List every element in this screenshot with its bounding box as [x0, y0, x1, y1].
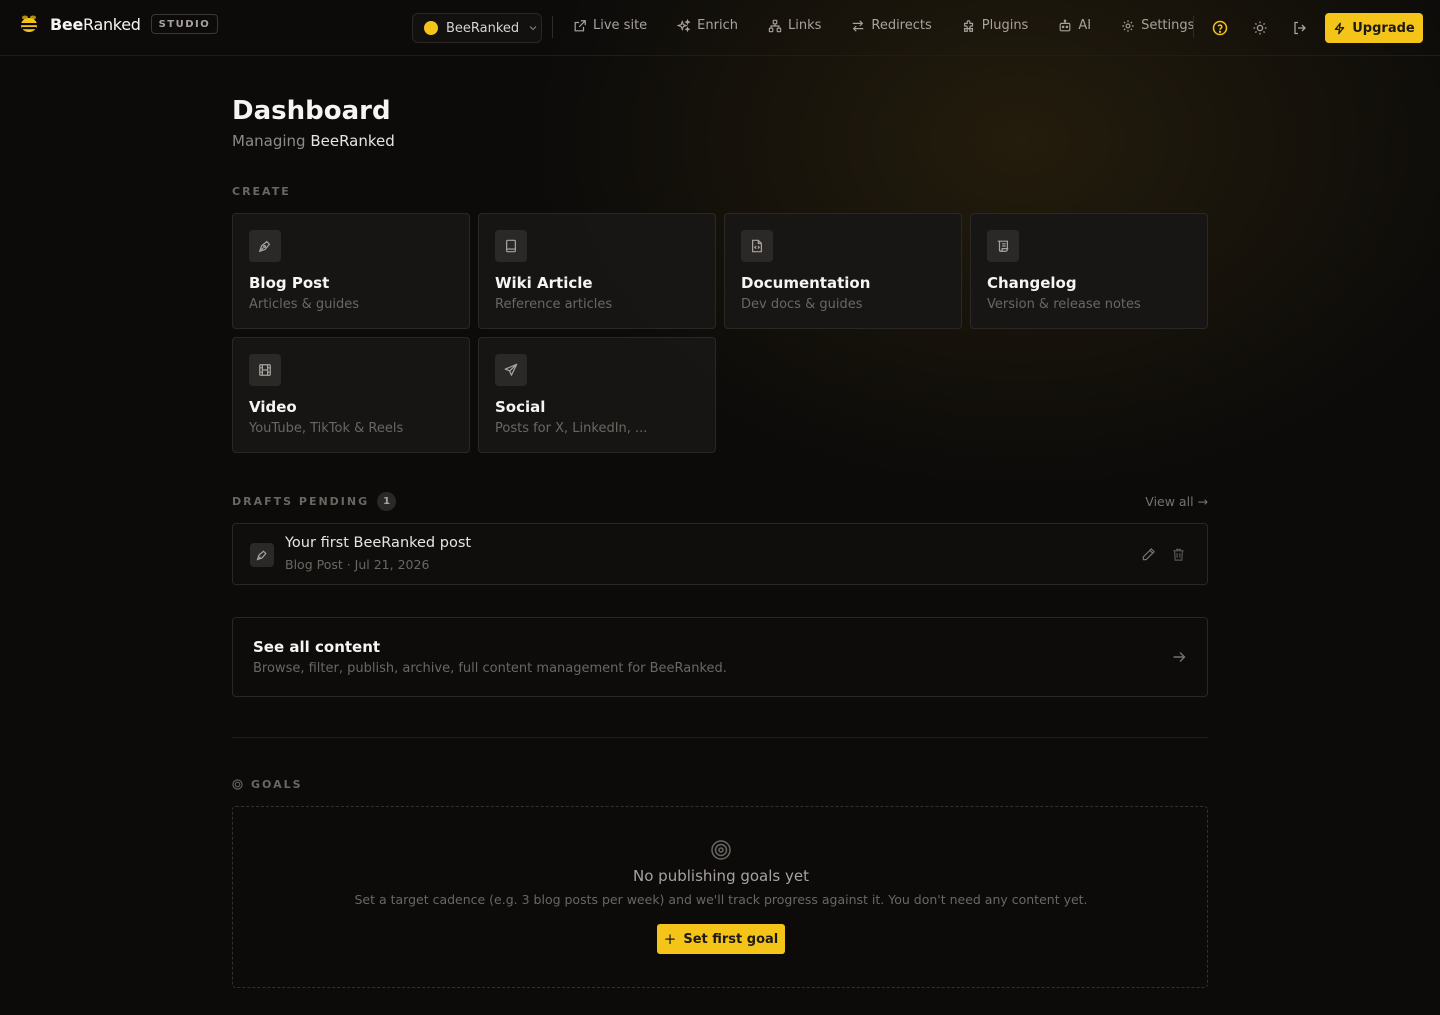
gear-icon [1122, 19, 1134, 32]
create-card-video[interactable]: Video YouTube, TikTok & Reels [232, 337, 470, 453]
card-subtitle: Dev docs & guides [741, 297, 863, 312]
goals-header: GOALS [232, 778, 303, 791]
external-link-icon [574, 19, 586, 31]
site-color-dot [424, 21, 438, 35]
nav-redirects[interactable]: Redirects [851, 18, 932, 33]
help-circle-icon [1212, 20, 1228, 36]
arrow-right-icon [1173, 652, 1186, 662]
create-card-wiki-article[interactable]: Wiki Article Reference articles [478, 213, 716, 329]
draft-row[interactable]: Your first BeeRanked post Blog Post · Ju… [232, 523, 1208, 585]
see-all-content-card[interactable]: See all content Browse, filter, publish,… [232, 617, 1208, 697]
see-all-title: See all content [253, 638, 381, 656]
file-code-icon [752, 239, 762, 253]
nav-live-site[interactable]: Live site [573, 18, 647, 33]
goals-empty-state: No publishing goals yet Set a target cad… [232, 806, 1208, 988]
nav-links[interactable]: Links [768, 18, 821, 33]
card-title: Documentation [741, 274, 871, 292]
nav-enrich[interactable]: Enrich [677, 18, 738, 33]
top-bar: BeeRanked STUDIO BeeRanked Live site Enr… [0, 0, 1440, 56]
book-icon [506, 239, 516, 253]
section-divider [232, 737, 1208, 738]
main-content: Dashboard Managing BeeRanked CREATE Blog… [232, 96, 1208, 988]
brand-name: BeeRanked [50, 14, 141, 34]
delete-draft-button[interactable] [1169, 545, 1187, 563]
target-icon [232, 779, 243, 790]
card-title: Wiki Article [495, 274, 593, 292]
sun-icon [1253, 21, 1267, 35]
goals-empty-description: Set a target cadence (e.g. 3 blog posts … [354, 892, 1088, 907]
card-title: Video [249, 398, 297, 416]
card-subtitle: Reference articles [495, 297, 613, 312]
create-section-label: CREATE [232, 185, 291, 198]
goals-empty-title: No publishing goals yet [633, 867, 809, 885]
logout-button[interactable] [1289, 17, 1311, 39]
pen-nib-icon [256, 550, 267, 561]
nav-ai[interactable]: AI [1058, 18, 1091, 33]
logout-icon [1294, 21, 1306, 35]
set-first-goal-button[interactable]: + Set first goal [657, 924, 785, 954]
see-all-subtitle: Browse, filter, publish, archive, full c… [253, 661, 727, 676]
managed-site-name: BeeRanked [310, 132, 395, 150]
nav-separator [1193, 16, 1194, 38]
robot-icon [1059, 18, 1071, 31]
draft-title: Your first BeeRanked post [285, 535, 472, 551]
edit-draft-button[interactable] [1139, 545, 1157, 563]
card-title: Social [495, 398, 546, 416]
pencil-icon [1142, 547, 1155, 560]
film-icon [259, 364, 271, 376]
theme-toggle-button[interactable] [1249, 17, 1271, 39]
site-selector[interactable]: BeeRanked [412, 13, 542, 43]
drafts-section-label: DRAFTS PENDING [232, 495, 370, 508]
studio-badge: STUDIO [150, 14, 219, 34]
scroll-icon [997, 240, 1009, 252]
sparkles-icon [677, 18, 691, 32]
bee-logo-icon [21, 15, 37, 32]
arrows-swap-icon [853, 19, 864, 32]
drafts-header: DRAFTS PENDING 1 [232, 492, 397, 511]
lightning-icon [1335, 22, 1345, 34]
create-card-changelog[interactable]: Changelog Version & release notes [970, 213, 1208, 329]
card-subtitle: YouTube, TikTok & Reels [249, 421, 404, 436]
goals-section-label: GOALS [251, 778, 303, 791]
help-button[interactable] [1209, 17, 1231, 39]
chevron-down-icon [529, 26, 537, 31]
nav-separator [552, 16, 553, 38]
drafts-view-all-link[interactable]: View all → [1145, 494, 1208, 509]
brand[interactable]: BeeRanked STUDIO [19, 14, 219, 34]
draft-meta: Blog Post · Jul 21, 2026 [285, 557, 430, 572]
upgrade-button[interactable]: Upgrade [1325, 13, 1423, 43]
target-icon [711, 840, 731, 860]
card-subtitle: Posts for X, LinkedIn, ... [495, 421, 648, 436]
card-subtitle: Articles & guides [249, 297, 360, 312]
nav-plugins[interactable]: Plugins [962, 18, 1028, 33]
trash-icon [1172, 548, 1184, 561]
create-card-social[interactable]: Social Posts for X, LinkedIn, ... [478, 337, 716, 453]
page-title: Dashboard [232, 96, 391, 126]
page-subtitle: Managing BeeRanked [232, 132, 395, 150]
site-selector-value: BeeRanked [446, 20, 520, 36]
puzzle-icon [963, 19, 973, 32]
send-icon [504, 363, 518, 376]
card-title: Blog Post [249, 274, 330, 292]
nav-settings[interactable]: Settings [1121, 18, 1194, 33]
create-card-blog-post[interactable]: Blog Post Articles & guides [232, 213, 470, 329]
drafts-count-badge: 1 [377, 492, 397, 511]
main-nav: Live site Enrich Links Redirects Plugins… [573, 18, 1224, 33]
create-card-documentation[interactable]: Documentation Dev docs & guides [724, 213, 962, 329]
plus-icon: + [663, 930, 677, 948]
card-subtitle: Version & release notes [987, 297, 1141, 312]
pen-nib-icon [258, 240, 271, 253]
card-title: Changelog [987, 274, 1077, 292]
network-icon [768, 19, 782, 32]
